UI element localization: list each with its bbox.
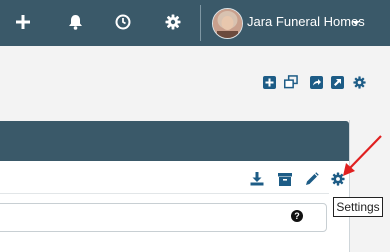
user-name[interactable]: Jara Funeral Homes [247,14,365,29]
gear-icon[interactable] [162,11,184,33]
avatar[interactable] [212,8,243,39]
annotation-arrow-icon [343,135,382,176]
row-divider [0,193,329,194]
clock-icon[interactable] [112,11,134,33]
question-icon[interactable]: ? [291,210,303,222]
archive-icon[interactable] [278,172,292,186]
external-link-icon[interactable] [330,75,344,89]
navbar-divider [200,5,201,41]
clone-icon[interactable] [284,75,298,89]
share-icon[interactable] [309,75,323,89]
pencil-icon[interactable] [305,172,319,186]
settings-tooltip: Settings [333,197,383,217]
panel-header [0,121,349,161]
gear-icon[interactable] [352,75,366,89]
download-icon[interactable] [250,172,264,186]
chevron-down-icon[interactable] [352,21,360,25]
add-box-icon[interactable] [262,75,276,89]
text-field[interactable] [0,203,327,232]
bell-icon[interactable] [64,11,86,33]
plus-icon[interactable] [12,11,34,33]
